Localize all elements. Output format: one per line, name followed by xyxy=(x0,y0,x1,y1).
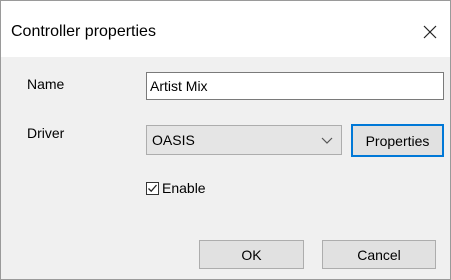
ok-button-label: OK xyxy=(241,246,262,263)
properties-button-label: Properties xyxy=(365,132,430,149)
enable-row[interactable]: Enable xyxy=(146,179,206,197)
enable-checkbox[interactable] xyxy=(146,181,159,195)
cancel-button-label: Cancel xyxy=(357,246,401,263)
chevron-down-icon xyxy=(321,135,333,145)
cancel-button[interactable]: Cancel xyxy=(322,240,436,269)
driver-label: Driver xyxy=(27,125,65,141)
close-icon xyxy=(423,25,437,39)
close-button[interactable] xyxy=(417,19,443,45)
driver-select[interactable]: OASIS xyxy=(146,125,342,155)
name-input[interactable] xyxy=(146,72,444,100)
properties-button[interactable]: Properties xyxy=(351,124,444,157)
ok-button[interactable]: OK xyxy=(199,240,304,269)
enable-label: Enable xyxy=(162,180,206,196)
controller-properties-dialog: Controller properties Name Driver OASIS … xyxy=(0,0,451,280)
checkmark-icon xyxy=(148,184,157,192)
name-label: Name xyxy=(27,76,65,92)
dialog-title: Controller properties xyxy=(11,23,156,40)
title-bar: Controller properties xyxy=(1,1,450,57)
driver-select-value: OASIS xyxy=(152,132,195,148)
